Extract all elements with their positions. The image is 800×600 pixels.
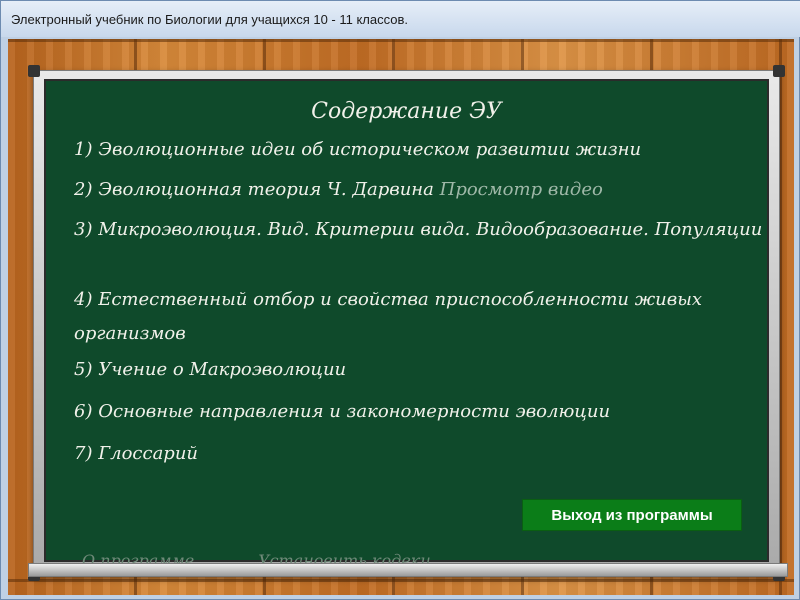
toc-item-label: 1) Эволюционные идеи об историческом раз… xyxy=(74,139,642,160)
toc-item-label: 5) Учение о Макроэволюции xyxy=(74,359,347,380)
toc-item-label: 4) Естественный отбор и свойства приспос… xyxy=(74,289,703,344)
toc-item-5[interactable]: 5) Учение о Макроэволюции xyxy=(74,353,764,387)
toc-item-7[interactable]: 7) Глоссарий xyxy=(74,437,764,471)
app-window: Электронный учебник по Биологии для учащ… xyxy=(0,0,800,600)
toc-item-label: 3) Микроэволюция. Вид. Критерии вида. Ви… xyxy=(74,219,763,240)
toc-item-6[interactable]: 6) Основные направления и закономерности… xyxy=(74,395,764,429)
toc-item-label: 2) Эволюционная теория Ч. Дарвина xyxy=(74,179,434,200)
toc-item-2[interactable]: 2) Эволюционная теория Ч. Дарвина Просмо… xyxy=(74,173,764,207)
title-bar: Электронный учебник по Биологии для учащ… xyxy=(1,1,800,37)
window-title: Электронный учебник по Биологии для учащ… xyxy=(11,12,409,27)
toc-item-label: 6) Основные направления и закономерности… xyxy=(74,401,611,422)
frame-corner xyxy=(28,65,40,77)
toc-item-label: 7) Глоссарий xyxy=(74,443,199,464)
board-title: Содержание ЭУ xyxy=(311,99,502,124)
toc-item-3[interactable]: 3) Микроэволюция. Вид. Критерии вида. Ви… xyxy=(74,213,764,247)
frame-corner xyxy=(773,65,785,77)
wood-plank-divider xyxy=(8,39,794,42)
view-video-link[interactable]: Просмотр видео xyxy=(440,179,603,200)
toc-item-4[interactable]: 4) Естественный отбор и свойства приспос… xyxy=(74,283,764,351)
chalkboard: Содержание ЭУ 1) Эволюционные идеи об ис… xyxy=(44,79,769,570)
toc-item-1[interactable]: 1) Эволюционные идеи об историческом раз… xyxy=(74,133,764,167)
wood-plank-divider xyxy=(8,579,794,582)
chalkboard-ledge xyxy=(28,563,788,577)
exit-program-button[interactable]: Выход из программы xyxy=(522,499,742,531)
